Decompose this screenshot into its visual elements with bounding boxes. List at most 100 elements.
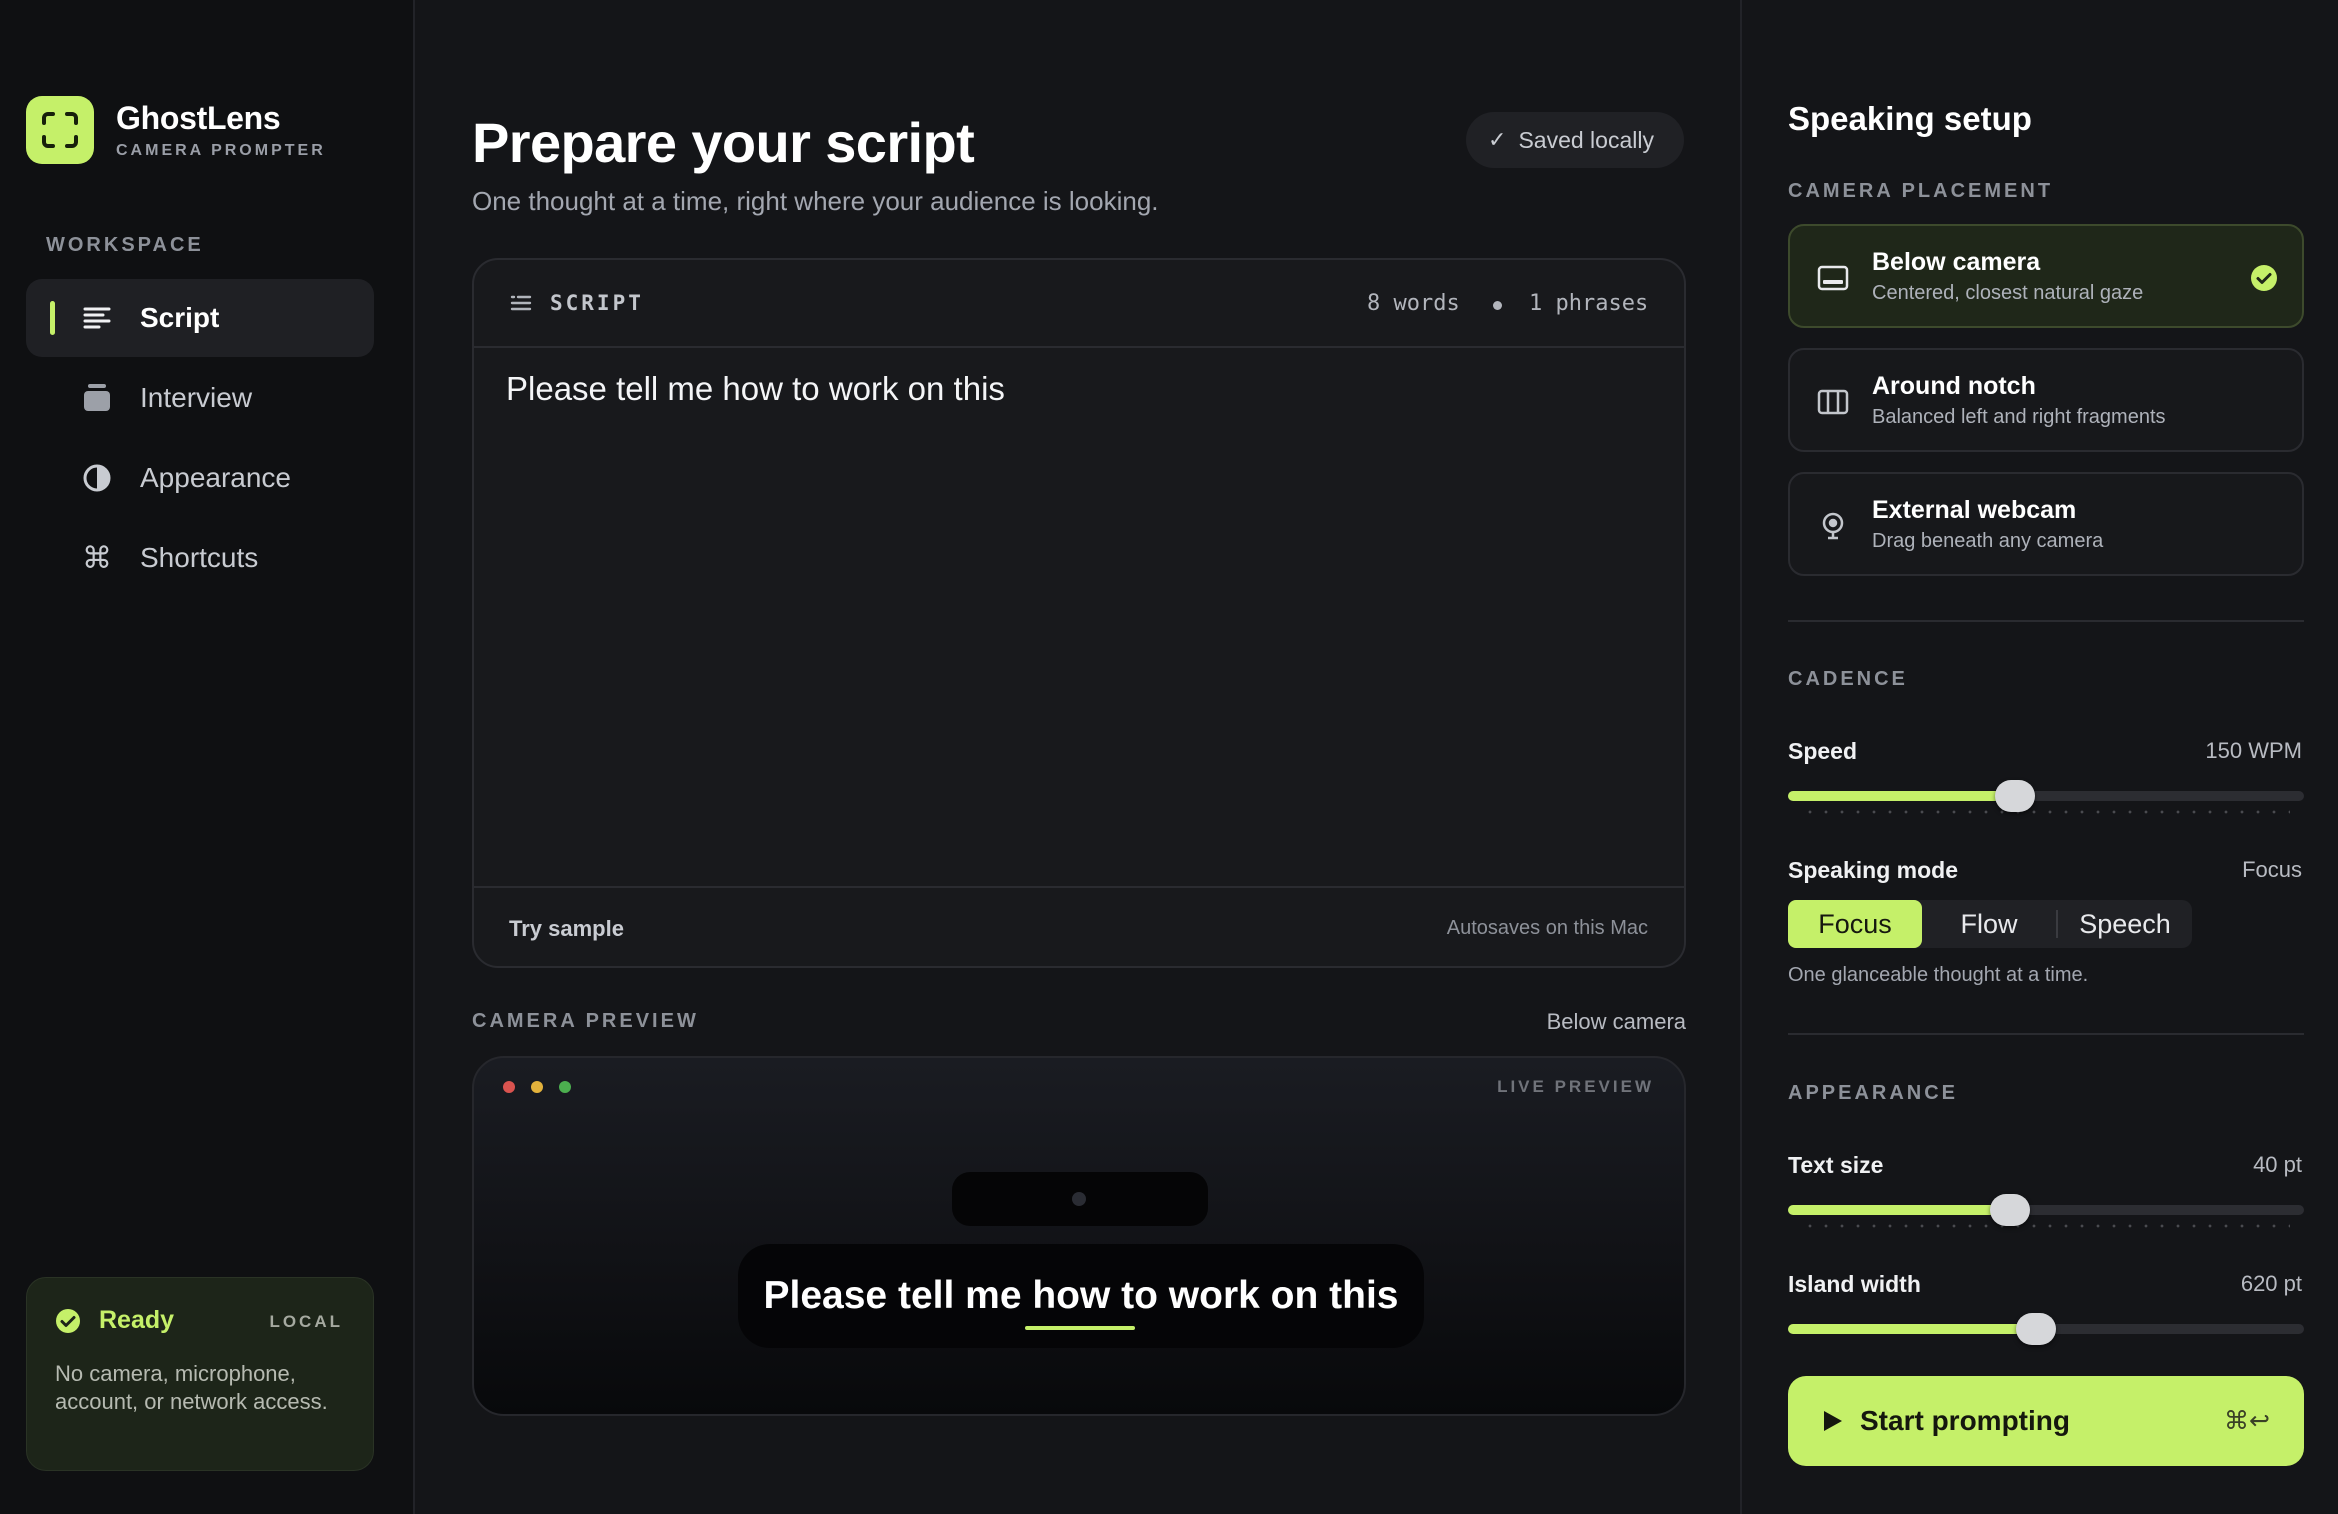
stack-icon xyxy=(80,381,114,415)
status-card: Ready LOCAL No camera, microphone, accou… xyxy=(26,1277,374,1471)
sidebar-item-appearance[interactable]: Appearance xyxy=(26,439,374,517)
command-key-icon: ⌘ xyxy=(82,541,112,575)
camera-preview-label: CAMERA PREVIEW xyxy=(472,1010,699,1032)
script-list-icon xyxy=(510,294,532,319)
slider-fill xyxy=(1788,1324,2036,1334)
text-size-label: Text size xyxy=(1788,1152,1884,1178)
sidebar: GhostLens CAMERA PROMPTER WORKSPACE Scri… xyxy=(0,0,415,1514)
autosave-note: Autosaves on this Mac xyxy=(1446,917,1648,939)
status-title: Ready xyxy=(99,1306,175,1334)
phrase-count: 1 phrases xyxy=(1529,291,1649,316)
camera-placement-label: CAMERA PLACEMENT xyxy=(1788,180,2054,202)
speaking-mode-segmented-control: Focus Flow Speech xyxy=(1788,900,2192,948)
checkmark-icon: ✓ xyxy=(1488,127,1507,152)
mode-flow[interactable]: Flow xyxy=(1922,900,2056,948)
slider-ticks xyxy=(1802,810,2290,814)
panel-title: Speaking setup xyxy=(1788,100,2032,137)
speaking-mode-label: Speaking mode xyxy=(1788,857,1958,883)
app-name: GhostLens xyxy=(116,100,281,136)
slider-ticks xyxy=(1802,1224,2290,1228)
prompter-island: Please tell me how to work on this xyxy=(738,1244,1424,1348)
island-width-value: 620 pt xyxy=(2240,1271,2302,1296)
placement-desc: Balanced left and right fragments xyxy=(1872,406,2166,428)
shortcut-hint: ⌘↩ xyxy=(2224,1407,2270,1435)
app-logo-icon xyxy=(26,96,94,164)
play-icon xyxy=(1822,1409,1844,1438)
speed-value: 150 WPM xyxy=(2205,738,2302,763)
active-indicator xyxy=(50,301,55,335)
camera-lens-icon xyxy=(1072,1192,1086,1206)
speaking-mode-hint: One glanceable thought at a time. xyxy=(1788,964,2089,986)
placement-external-webcam[interactable]: External webcam Drag beneath any camera xyxy=(1788,472,2304,576)
sidebar-item-label: Script xyxy=(140,302,220,333)
divider xyxy=(1788,1033,2304,1035)
speaking-mode-current: Focus xyxy=(2242,857,2302,882)
preview-placement: Below camera xyxy=(1546,1009,1686,1034)
word-count: 8 words xyxy=(1367,291,1460,316)
progress-underline xyxy=(1025,1326,1135,1330)
sidebar-item-label: Interview xyxy=(140,382,253,413)
slider-thumb[interactable] xyxy=(1995,780,2036,812)
start-button-label: Start prompting xyxy=(1860,1405,2070,1436)
below-camera-icon xyxy=(1816,262,1850,294)
placement-desc: Drag beneath any camera xyxy=(1872,530,2104,552)
slider-thumb[interactable] xyxy=(2015,1313,2056,1345)
appearance-label: APPEARANCE xyxy=(1788,1082,1959,1104)
sidebar-item-interview[interactable]: Interview xyxy=(26,359,374,437)
webcam-icon xyxy=(1816,510,1850,542)
saved-badge: ✓ Saved locally xyxy=(1466,112,1684,168)
script-card-header: SCRIPT 8 words 1 phrases xyxy=(474,260,1684,348)
script-lines-icon xyxy=(80,301,114,335)
script-label: SCRIPT xyxy=(550,291,644,315)
script-editor[interactable]: Please tell me how to work on this xyxy=(506,370,1005,408)
page-title: Prepare your script xyxy=(472,111,975,174)
speed-label: Speed xyxy=(1788,738,1858,764)
try-sample-button[interactable]: Try sample xyxy=(509,916,624,942)
cadence-label: CADENCE xyxy=(1788,668,1908,690)
preview-red-dot xyxy=(503,1081,515,1093)
live-preview-label: LIVE PREVIEW xyxy=(1497,1077,1654,1096)
preview-yellow-dot xyxy=(531,1081,543,1093)
divider xyxy=(1788,620,2304,622)
columns-icon xyxy=(1816,386,1850,418)
text-size-slider[interactable] xyxy=(1788,1194,2304,1228)
preview-text: Please tell me how to work on this xyxy=(763,1274,1399,1317)
slider-fill xyxy=(1788,791,2016,801)
slider-thumb[interactable] xyxy=(1989,1194,2030,1226)
sidebar-item-script[interactable]: Script xyxy=(26,279,374,357)
workspace-section-label: WORKSPACE xyxy=(46,234,204,256)
mode-speech[interactable]: Speech xyxy=(2058,900,2192,948)
sidebar-item-label: Appearance xyxy=(140,462,292,493)
status-description: No camera, microphone, account, or netwo… xyxy=(55,1361,328,1414)
script-card-footer: Try sample Autosaves on this Mac xyxy=(474,886,1684,966)
placement-desc: Centered, closest natural gaze xyxy=(1872,282,2144,304)
app-window: GhostLens CAMERA PROMPTER WORKSPACE Scri… xyxy=(0,0,2338,1514)
speaking-setup-panel: Speaking setup CAMERA PLACEMENT Below ca… xyxy=(1740,0,2338,1514)
preview-green-dot xyxy=(559,1081,571,1093)
app-tagline: CAMERA PROMPTER xyxy=(116,142,326,159)
placement-around-notch[interactable]: Around notch Balanced left and right fra… xyxy=(1788,348,2304,452)
sidebar-item-shortcuts[interactable]: ⌘ Shortcuts xyxy=(26,519,374,597)
status-tag: LOCAL xyxy=(269,1312,343,1331)
placement-title: Below camera xyxy=(1872,248,2041,276)
main-content: Prepare your script One thought at a tim… xyxy=(417,0,1739,1514)
script-card: SCRIPT 8 words 1 phrases Please tell me … xyxy=(472,258,1686,968)
island-width-slider[interactable] xyxy=(1788,1313,2304,1345)
camera-notch xyxy=(952,1172,1208,1226)
island-width-label: Island width xyxy=(1788,1271,1921,1297)
dot-separator xyxy=(1493,301,1502,310)
saved-badge-label: Saved locally xyxy=(1518,126,1654,153)
start-prompting-button[interactable]: Start prompting ⌘↩ xyxy=(1788,1376,2304,1466)
placement-title: Around notch xyxy=(1872,372,2036,400)
placement-title: External webcam xyxy=(1872,496,2077,524)
check-circle-icon xyxy=(55,1308,81,1339)
sidebar-item-label: Shortcuts xyxy=(140,542,259,573)
text-size-value: 40 pt xyxy=(2253,1152,2302,1177)
speed-slider[interactable] xyxy=(1788,780,2304,814)
mode-focus[interactable]: Focus xyxy=(1788,900,1922,948)
page-subtitle: One thought at a time, right where your … xyxy=(472,186,1159,216)
placement-below-camera[interactable]: Below camera Centered, closest natural g… xyxy=(1788,224,2304,328)
selected-check-icon xyxy=(2250,264,2278,297)
slider-fill xyxy=(1788,1205,2010,1215)
camera-preview: LIVE PREVIEW Please tell me how to work … xyxy=(472,1056,1686,1416)
